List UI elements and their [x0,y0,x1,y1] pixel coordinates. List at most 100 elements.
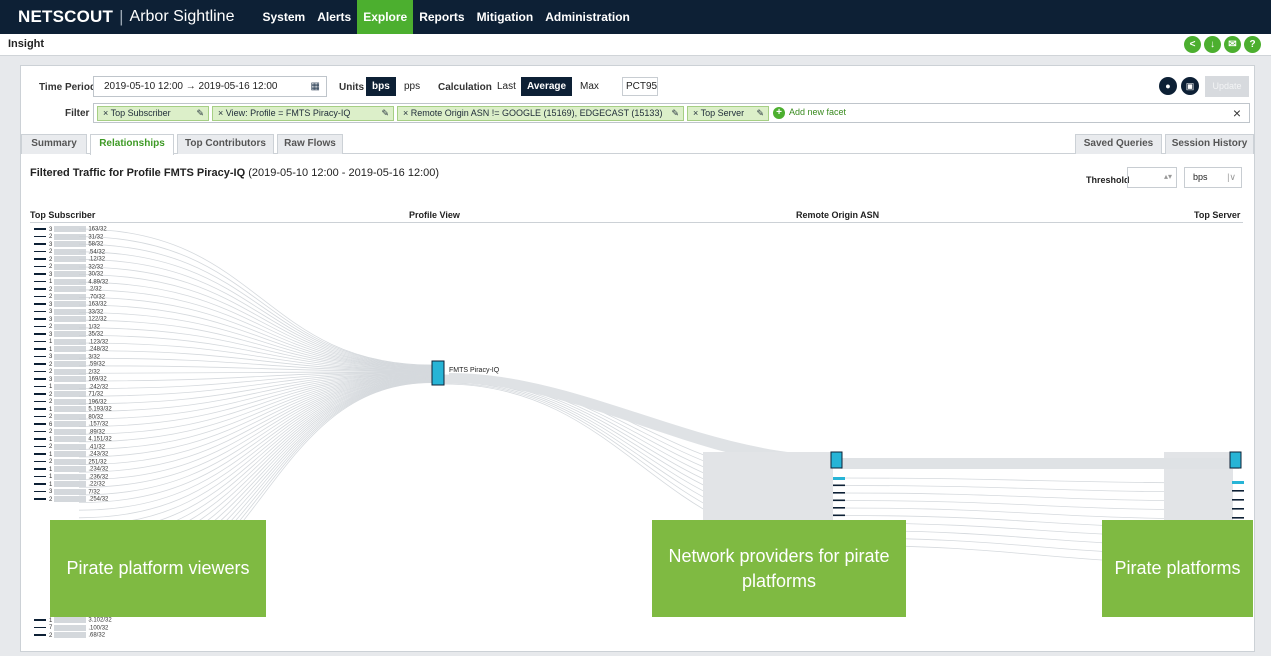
subscriber-node[interactable] [34,378,46,380]
subscriber-row[interactable]: 7 .100/32 [34,624,112,633]
help-icon[interactable]: ? [1244,36,1261,53]
subscriber-row[interactable]: 3 163/32 [34,226,112,234]
subscriber-row[interactable]: 1 .123/32 [34,338,112,347]
subscriber-row[interactable]: 3 7/32 [34,488,112,497]
subscriber-node[interactable] [34,490,46,493]
subscriber-node[interactable] [34,280,46,283]
email-icon[interactable]: ✉ [1224,36,1241,53]
edit-icon[interactable]: ✎ [756,107,764,120]
subscriber-row[interactable]: 3 35/32 [34,331,112,339]
subscriber-node[interactable] [34,453,46,455]
subscriber-node[interactable] [34,400,46,403]
facet-remote-origin-asn[interactable]: × Remote Origin ASN != GOOGLE (15169), E… [397,106,684,121]
subscriber-node[interactable] [34,438,46,440]
nav-explore[interactable]: Explore [357,0,414,34]
subscriber-node[interactable] [34,228,46,230]
tab-saved-queries[interactable]: Saved Queries [1075,134,1162,154]
subscriber-node[interactable] [34,348,46,350]
calendar-icon[interactable]: ▦ [311,77,320,96]
tab-raw-flows[interactable]: Raw Flows [277,134,343,154]
subscriber-node[interactable] [34,634,46,636]
subscriber-node[interactable] [34,363,46,365]
subscriber-row[interactable]: 3 30/32 [34,271,112,279]
nav-alerts[interactable]: Alerts [311,0,357,34]
calc-average-button[interactable]: Average [521,77,573,96]
subscriber-row[interactable]: 2 .59/32 [34,361,112,369]
asn-node-top[interactable] [830,451,843,469]
subscriber-node[interactable] [34,318,46,320]
asn-node[interactable] [833,514,845,517]
subscriber-row[interactable]: 1 .234/32 [34,466,112,474]
asn-node[interactable] [833,484,845,487]
calc-last-button[interactable]: Last [491,77,522,96]
server-node-top[interactable] [1229,451,1242,469]
subscriber-node[interactable] [34,310,46,313]
subscriber-row[interactable]: 2 196/32 [34,398,112,407]
subscriber-row[interactable]: 3 3/32 [34,353,112,362]
subscriber-node[interactable] [34,626,46,629]
subscriber-node[interactable] [34,430,46,433]
subscriber-row[interactable]: 2 71/32 [34,391,112,399]
subscriber-row[interactable]: 2 32/32 [34,263,112,272]
subscriber-node[interactable] [34,498,46,500]
subscriber-node[interactable] [34,445,46,448]
server-node[interactable] [1232,490,1244,492]
subscriber-node[interactable] [34,273,46,275]
subscriber-node[interactable] [34,415,46,418]
subscriber-row[interactable]: 2 .54/32 [34,248,112,257]
subscriber-row[interactable]: 1 4.151/32 [34,436,112,444]
subscriber-row[interactable]: 3 163/32 [34,301,112,309]
calc-max-button[interactable]: Max [574,77,605,96]
subscriber-node[interactable] [34,243,46,245]
subscriber-node[interactable] [34,460,46,463]
asn-node[interactable] [833,492,845,494]
subscriber-node[interactable] [34,355,46,358]
tab-summary[interactable]: Summary [21,134,87,154]
server-node[interactable] [1232,499,1244,501]
save-icon[interactable]: ▣ [1181,77,1199,95]
subscriber-row[interactable]: 2 2/32 [34,368,112,377]
subscriber-node[interactable] [34,385,46,388]
subscriber-node[interactable] [34,258,46,260]
subscriber-row[interactable]: 1 .242/32 [34,383,112,392]
edit-icon[interactable]: ✎ [381,107,389,120]
subscriber-row[interactable]: 2 1/32 [34,323,112,332]
server-node[interactable] [1232,517,1244,519]
subscriber-row[interactable]: 2 .12/32 [34,256,112,264]
subscriber-node[interactable] [34,475,46,478]
tab-session-history[interactable]: Session History [1165,134,1254,154]
tab-top-contributors[interactable]: Top Contributors [177,134,274,154]
threshold-input[interactable]: ▴▾ [1127,167,1177,188]
subscriber-row[interactable]: 1 3.102/32 [34,617,112,625]
subscriber-row[interactable]: 1 .248/32 [34,346,112,354]
subscriber-row[interactable]: 1 .22/32 [34,481,112,489]
subscriber-row[interactable]: 2 .41/32 [34,443,112,452]
facet-top-server[interactable]: × Top Server ✎ [687,106,769,121]
subscriber-row[interactable]: 3 169/32 [34,376,112,384]
subscriber-node[interactable] [34,423,46,425]
percentile-input[interactable]: PCT95 [622,77,658,96]
units-bps-button[interactable]: bps [366,77,396,96]
subscriber-row[interactable]: 2 .70/32 [34,293,112,302]
spinner-icon[interactable]: ▴▾ [1164,172,1172,181]
subscriber-row[interactable]: 1 .236/32 [34,473,112,482]
subscriber-node[interactable] [34,295,46,298]
nav-administration[interactable]: Administration [539,0,636,34]
subscriber-row[interactable]: 2 .68/32 [34,632,112,640]
edit-icon[interactable]: ✎ [196,107,204,120]
subscriber-row[interactable]: 2 .254/32 [34,496,112,504]
subscriber-node[interactable] [34,408,46,410]
subscriber-row[interactable]: 1 4.89/32 [34,278,112,287]
subscriber-row[interactable]: 1 .243/32 [34,451,112,459]
asn-node[interactable] [833,477,845,480]
subscriber-row[interactable]: 2 80/32 [34,413,112,422]
subscriber-node[interactable] [34,333,46,335]
share-icon[interactable]: < [1184,36,1201,53]
subscriber-row[interactable]: 3 33/32 [34,308,112,317]
facet-top-subscriber[interactable]: × Top Subscriber ✎ [97,106,209,121]
subscriber-node[interactable] [34,250,46,253]
nav-system[interactable]: System [256,0,311,34]
server-node[interactable] [1232,508,1244,510]
tab-relationships[interactable]: Relationships [90,134,174,155]
profile-node[interactable] [431,360,445,386]
